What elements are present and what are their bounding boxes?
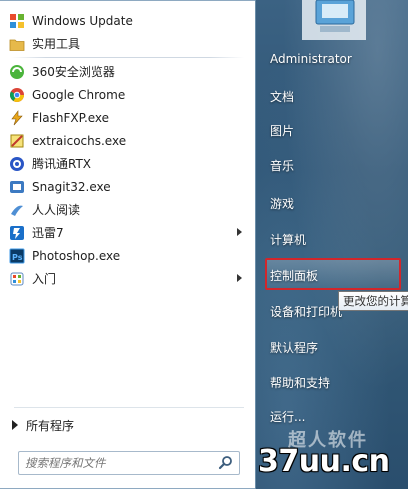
chrome-icon (9, 87, 25, 103)
program-label: Windows Update (32, 13, 133, 28)
program-label: 实用工具 (32, 37, 81, 51)
divider (11, 57, 244, 58)
program-label: 腾讯通RTX (32, 157, 92, 171)
program-label: extraicochs.exe (32, 133, 127, 148)
program-item-utilities[interactable]: 实用工具 (5, 32, 250, 55)
menu-item-pictures[interactable]: 图片 (270, 122, 294, 139)
all-programs-button[interactable]: 所有程序 (12, 415, 74, 435)
all-programs-label: 所有程序 (26, 418, 75, 433)
user-picture-icon[interactable] (302, 0, 366, 40)
menu-item-control-panel[interactable]: 控制面板 (270, 267, 318, 284)
program-item-rtx[interactable]: 腾讯通RTX (5, 152, 250, 175)
program-item-360-browser[interactable]: 360安全浏览器 (5, 60, 250, 83)
menu-item-default-programs[interactable]: 默认程序 (270, 339, 318, 356)
svg-text:Ps: Ps (12, 253, 23, 262)
program-item-windows-update[interactable]: Windows Update (5, 9, 250, 32)
snagit-icon (9, 179, 25, 195)
program-label: 360安全浏览器 (32, 65, 115, 79)
thunder-icon (9, 225, 25, 241)
menu-item-administrator[interactable]: Administrator (270, 52, 352, 66)
search-icon[interactable] (217, 454, 235, 472)
program-item-extraicochs[interactable]: extraicochs.exe (5, 129, 250, 152)
expand-arrow-icon (12, 420, 18, 430)
control-panel-tooltip: 更改您的计算 (338, 291, 408, 311)
programs-pane: Windows Update 实用工具 360安全浏览器 Google Chro… (0, 0, 256, 489)
flashfxp-icon (9, 109, 25, 126)
watermark-site: 37uu.cn (258, 444, 390, 479)
program-label: Google Chrome (32, 87, 126, 102)
renren-reader-icon (9, 202, 25, 218)
program-item-snagit[interactable]: Snagit32.exe (5, 175, 250, 198)
program-label: 人人阅读 (32, 203, 81, 217)
program-label: 入门 (32, 272, 57, 286)
rtx-icon (9, 156, 25, 172)
menu-item-computer[interactable]: 计算机 (270, 231, 306, 248)
divider (14, 407, 244, 408)
getting-started-icon (9, 271, 25, 287)
menu-item-games[interactable]: 游戏 (270, 195, 294, 212)
program-label: 迅雷7 (32, 226, 64, 240)
submenu-arrow-icon (237, 274, 242, 282)
program-item-photoshop[interactable]: Ps Photoshop.exe (5, 244, 250, 267)
program-item-flashfxp[interactable]: FlashFXP.exe (5, 106, 250, 129)
search-box[interactable] (18, 451, 240, 475)
menu-item-documents[interactable]: 文档 (270, 88, 294, 105)
360-browser-icon (9, 64, 25, 80)
extraico-icon (9, 133, 25, 149)
program-list: Windows Update 实用工具 360安全浏览器 Google Chro… (5, 9, 250, 290)
program-item-renren-reader[interactable]: 人人阅读 (5, 198, 250, 221)
menu-item-help-support[interactable]: 帮助和支持 (270, 374, 330, 391)
submenu-arrow-icon (237, 228, 242, 236)
program-item-thunder[interactable]: 迅雷7 (5, 221, 250, 244)
program-label: FlashFXP.exe (32, 110, 110, 125)
program-label: Photoshop.exe (32, 248, 121, 263)
search-input[interactable] (19, 452, 217, 474)
menu-item-run[interactable]: 运行... (270, 408, 305, 425)
program-item-chrome[interactable]: Google Chrome (5, 83, 250, 106)
photoshop-icon: Ps (9, 248, 25, 264)
menu-item-music[interactable]: 音乐 (270, 157, 294, 174)
folder-icon (9, 36, 25, 52)
menu-item-devices-printers[interactable]: 设备和打印机 (270, 303, 342, 320)
windows-update-icon (9, 13, 25, 29)
program-item-getting-started[interactable]: 入门 (5, 267, 250, 290)
program-label: Snagit32.exe (32, 179, 111, 194)
